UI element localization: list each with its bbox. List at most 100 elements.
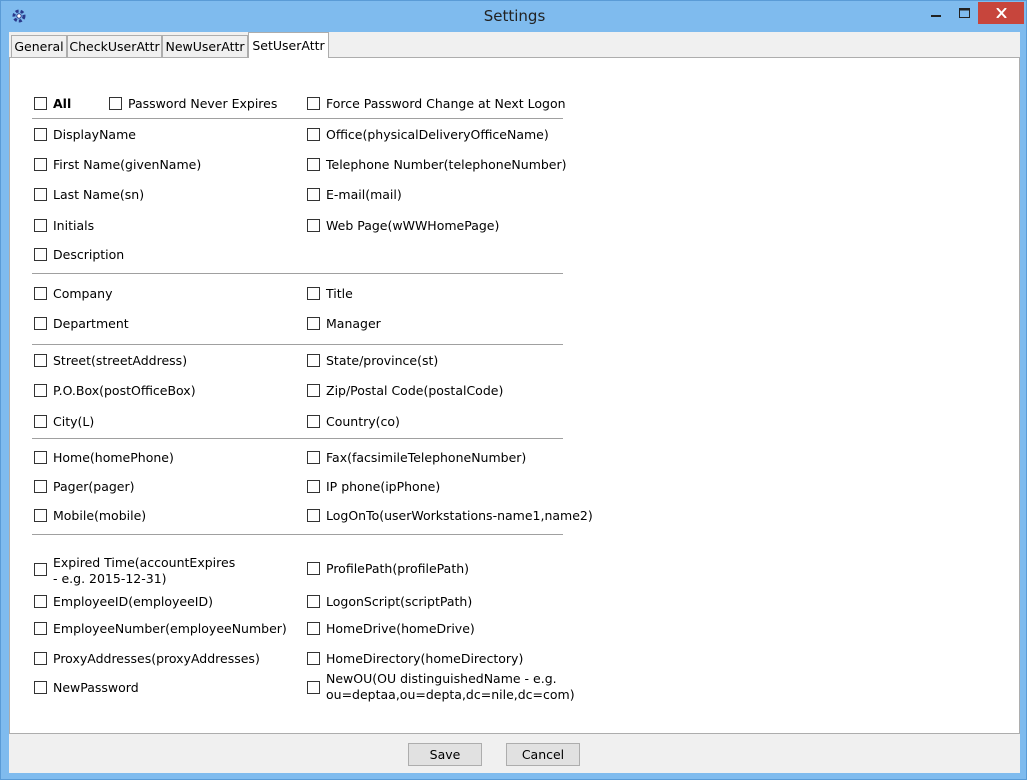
company-label: Company	[53, 286, 113, 301]
new-password-checkbox[interactable]	[34, 681, 47, 694]
manager-option[interactable]: Manager	[307, 316, 381, 332]
profile-path-checkbox[interactable]	[307, 562, 320, 575]
web-page-option[interactable]: Web Page(wWWHomePage)	[307, 218, 499, 234]
fax-checkbox[interactable]	[307, 451, 320, 464]
city-checkbox[interactable]	[34, 415, 47, 428]
save-button[interactable]: Save	[408, 743, 482, 766]
expired-time-option[interactable]: Expired Time(accountExpires - e.g. 2015-…	[34, 555, 243, 587]
pager-checkbox[interactable]	[34, 480, 47, 493]
home-drive-label: HomeDrive(homeDrive)	[326, 621, 475, 636]
zip-checkbox[interactable]	[307, 384, 320, 397]
home-drive-option[interactable]: HomeDrive(homeDrive)	[307, 621, 475, 637]
employee-number-label: EmployeeNumber(employeeNumber)	[53, 621, 287, 636]
state-checkbox[interactable]	[307, 354, 320, 367]
display-name-option[interactable]: DisplayName	[34, 127, 136, 143]
new-password-option[interactable]: NewPassword	[34, 680, 139, 696]
logon-script-option[interactable]: LogonScript(scriptPath)	[307, 594, 472, 610]
tab-general[interactable]: General	[11, 35, 67, 57]
mobile-checkbox[interactable]	[34, 509, 47, 522]
initials-option[interactable]: Initials	[34, 218, 94, 234]
description-checkbox[interactable]	[34, 248, 47, 261]
home-phone-option[interactable]: Home(homePhone)	[34, 450, 174, 466]
force-password-change-checkbox[interactable]	[307, 97, 320, 110]
street-checkbox[interactable]	[34, 354, 47, 367]
password-never-expires-checkbox[interactable]	[109, 97, 122, 110]
office-option[interactable]: Office(physicalDeliveryOfficeName)	[307, 127, 549, 143]
last-name-checkbox[interactable]	[34, 188, 47, 201]
proxy-addresses-checkbox[interactable]	[34, 652, 47, 665]
title-bar[interactable]: Settings	[1, 1, 1027, 32]
employee-id-option[interactable]: EmployeeID(employeeID)	[34, 594, 213, 610]
logon-script-label: LogonScript(scriptPath)	[326, 594, 473, 609]
tab-check-user-attr[interactable]: CheckUserAttr	[67, 35, 162, 57]
department-checkbox[interactable]	[34, 317, 47, 330]
mobile-option[interactable]: Mobile(mobile)	[34, 508, 146, 524]
maximize-button[interactable]	[950, 2, 978, 24]
first-name-option[interactable]: First Name(givenName)	[34, 157, 201, 173]
tab-new-user-attr[interactable]: NewUserAttr	[162, 35, 248, 57]
all-checkbox[interactable]	[34, 97, 47, 110]
street-option[interactable]: Street(streetAddress)	[34, 353, 187, 369]
logon-to-option[interactable]: LogOnTo(userWorkstations-name1,name2)	[307, 508, 593, 524]
client-area: General CheckUserAttr NewUserAttr SetUse…	[9, 32, 1020, 773]
logon-script-checkbox[interactable]	[307, 595, 320, 608]
title-checkbox[interactable]	[307, 287, 320, 300]
description-option[interactable]: Description	[34, 247, 124, 263]
email-option[interactable]: E-mail(mail)	[307, 187, 402, 203]
first-name-checkbox[interactable]	[34, 158, 47, 171]
po-box-option[interactable]: P.O.Box(postOfficeBox)	[34, 383, 196, 399]
department-option[interactable]: Department	[34, 316, 129, 332]
force-password-change-option[interactable]: Force Password Change at Next Logon	[307, 96, 566, 112]
state-option[interactable]: State/province(st)	[307, 353, 438, 369]
display-name-checkbox[interactable]	[34, 128, 47, 141]
city-option[interactable]: City(L)	[34, 414, 94, 430]
employee-number-checkbox[interactable]	[34, 622, 47, 635]
all-label: All	[53, 96, 72, 111]
profile-path-option[interactable]: ProfilePath(profilePath)	[307, 561, 469, 577]
initials-checkbox[interactable]	[34, 219, 47, 232]
office-checkbox[interactable]	[307, 128, 320, 141]
cancel-button[interactable]: Cancel	[506, 743, 580, 766]
telephone-checkbox[interactable]	[307, 158, 320, 171]
manager-checkbox[interactable]	[307, 317, 320, 330]
expired-time-checkbox[interactable]	[34, 563, 47, 576]
home-directory-checkbox[interactable]	[307, 652, 320, 665]
expired-time-label: Expired Time(accountExpires - e.g. 2015-…	[53, 555, 236, 586]
new-ou-option[interactable]: NewOU(OU distinguishedName - e.g. ou=dep…	[307, 671, 575, 703]
fax-option[interactable]: Fax(facsimileTelephoneNumber)	[307, 450, 526, 466]
minimize-button[interactable]	[922, 2, 950, 24]
po-box-checkbox[interactable]	[34, 384, 47, 397]
password-never-expires-option[interactable]: Password Never Expires	[109, 96, 277, 112]
password-never-expires-label: Password Never Expires	[128, 96, 278, 111]
company-checkbox[interactable]	[34, 287, 47, 300]
logon-to-checkbox[interactable]	[307, 509, 320, 522]
proxy-addresses-option[interactable]: ProxyAddresses(proxyAddresses)	[34, 651, 260, 667]
telephone-option[interactable]: Telephone Number(telephoneNumber)	[307, 157, 567, 173]
employee-number-option[interactable]: EmployeeNumber(employeeNumber)	[34, 621, 287, 637]
company-option[interactable]: Company	[34, 286, 112, 302]
web-page-checkbox[interactable]	[307, 219, 320, 232]
title-option[interactable]: Title	[307, 286, 353, 302]
email-checkbox[interactable]	[307, 188, 320, 201]
new-ou-checkbox[interactable]	[307, 681, 320, 694]
home-phone-checkbox[interactable]	[34, 451, 47, 464]
close-button[interactable]	[978, 2, 1024, 24]
last-name-label: Last Name(sn)	[53, 187, 145, 202]
employee-id-checkbox[interactable]	[34, 595, 47, 608]
tab-strip: General CheckUserAttr NewUserAttr SetUse…	[9, 32, 1020, 58]
home-drive-checkbox[interactable]	[307, 622, 320, 635]
country-checkbox[interactable]	[307, 415, 320, 428]
ip-phone-option[interactable]: IP phone(ipPhone)	[307, 479, 440, 495]
home-directory-option[interactable]: HomeDirectory(homeDirectory)	[307, 651, 523, 667]
separator	[32, 534, 563, 535]
tab-set-user-attr[interactable]: SetUserAttr	[248, 32, 329, 58]
home-directory-label: HomeDirectory(homeDirectory)	[326, 651, 524, 666]
separator	[32, 273, 563, 274]
maximize-icon	[958, 8, 970, 18]
country-option[interactable]: Country(co)	[307, 414, 400, 430]
last-name-option[interactable]: Last Name(sn)	[34, 187, 144, 203]
all-option[interactable]: All	[34, 96, 71, 112]
zip-option[interactable]: Zip/Postal Code(postalCode)	[307, 383, 503, 399]
ip-phone-checkbox[interactable]	[307, 480, 320, 493]
pager-option[interactable]: Pager(pager)	[34, 479, 135, 495]
